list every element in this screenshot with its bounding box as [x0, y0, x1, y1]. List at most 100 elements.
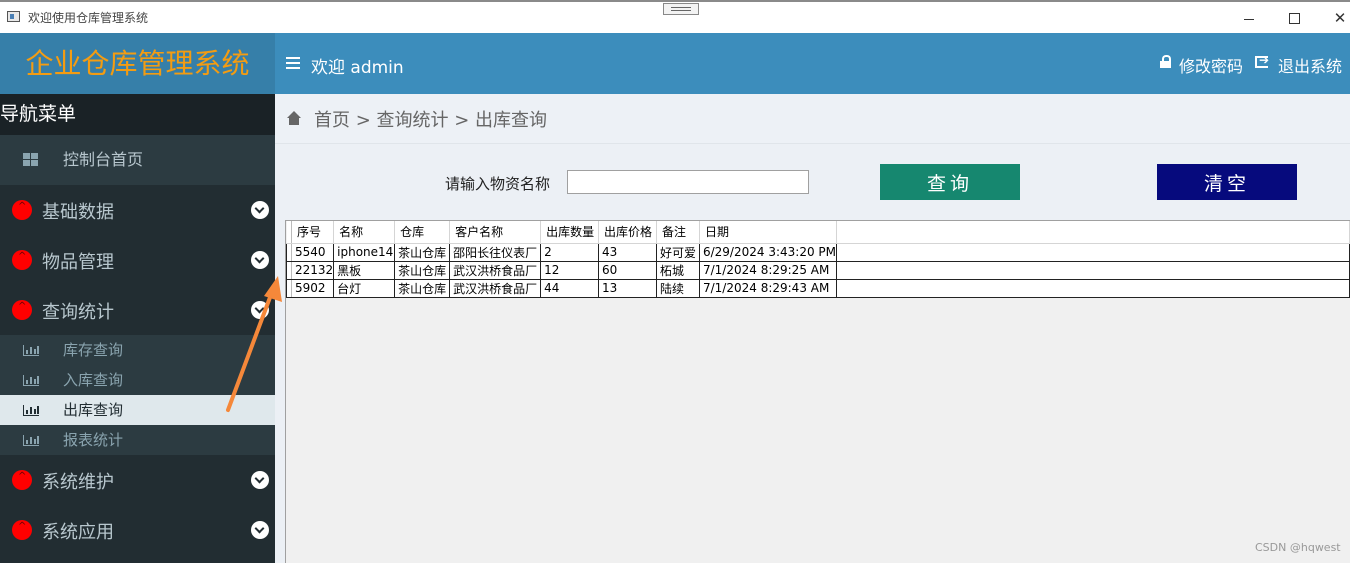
table-cell[interactable]: 7/1/2024 8:29:43 AM: [698, 278, 838, 298]
menu-toggle-icon[interactable]: [286, 57, 300, 69]
table-cell[interactable]: 60: [598, 260, 658, 280]
sidebar-item-label: 控制台首页: [63, 150, 144, 169]
window-title: 欢迎使用仓库管理系统: [28, 11, 149, 25]
bar-chart-icon: [23, 435, 39, 446]
sidebar-group-basic[interactable]: 基础数据: [0, 185, 275, 235]
breadcrumb: 首页 > 查询统计 > 出库查询: [275, 94, 1350, 144]
column-header[interactable]: 备注: [656, 221, 700, 244]
table-cell[interactable]: 武汉洪桥食品厂: [449, 278, 542, 298]
logout-link[interactable]: 退出系统: [1278, 53, 1342, 77]
bar-chart-icon: [23, 405, 39, 416]
welcome-text: 欢迎 admin: [311, 58, 404, 78]
table-cell[interactable]: 好可爱: [656, 242, 700, 262]
maximize-button[interactable]: [1284, 8, 1304, 28]
table-cell-filler: [836, 278, 1350, 298]
sign-out-icon: [1255, 53, 1269, 68]
table-cell[interactable]: 台灯: [333, 278, 396, 298]
table-cell[interactable]: 茶山仓库: [394, 260, 451, 280]
menu-badge-icon: [12, 300, 32, 320]
column-filler: [836, 221, 1350, 244]
table-cell[interactable]: 茶山仓库: [394, 278, 451, 298]
table-cell-filler: [836, 242, 1350, 262]
chevron-down-icon: [251, 301, 269, 319]
table-cell-filler: [836, 260, 1350, 280]
column-header[interactable]: 出库价格: [598, 221, 658, 244]
sidebar-item-stock-query[interactable]: 库存查询: [0, 335, 275, 365]
bar-chart-icon: [23, 345, 39, 356]
sidebar-item-label: 出库查询: [63, 401, 124, 419]
table-cell[interactable]: 2: [540, 242, 600, 262]
table-row[interactable]: 22132 黑板 茶山仓库 武汉洪桥食品厂 12 60 柘城 7/1/2024 …: [286, 260, 1350, 280]
home-icon: [286, 111, 302, 125]
table-cell[interactable]: 6/29/2024 3:43:20 PM: [698, 242, 838, 262]
drag-grip-icon[interactable]: [663, 3, 699, 15]
menu-badge-icon: [12, 520, 32, 540]
column-header[interactable]: 客户名称: [449, 221, 542, 244]
table-header-row: 序号 名称 仓库 客户名称 出库数量 出库价格 备注 日期: [286, 221, 1350, 244]
table-cell[interactable]: 黑板: [333, 260, 396, 280]
sidebar-item-reports[interactable]: 报表统计: [0, 425, 275, 455]
outbound-data-grid[interactable]: 序号 名称 仓库 客户名称 出库数量 出库价格 备注 日期 5540 iphon…: [285, 220, 1350, 563]
sidebar-item-outbound-query[interactable]: 出库查询: [0, 395, 275, 425]
table-cell[interactable]: 茶山仓库: [394, 242, 451, 262]
table-cell[interactable]: 邵阳长往仪表厂: [449, 242, 542, 262]
sidebar-title: 导航菜单: [0, 94, 275, 135]
sidebar-group-label: 查询统计: [42, 302, 114, 323]
table-row[interactable]: 5540 iphone14 茶山仓库 邵阳长往仪表厂 2 43 好可爱 6/29…: [286, 242, 1350, 262]
table-cell[interactable]: 7/1/2024 8:29:25 AM: [698, 260, 838, 280]
outbound-table: 序号 名称 仓库 客户名称 出库数量 出库价格 备注 日期 5540 iphon…: [286, 221, 1350, 298]
column-header[interactable]: 名称: [333, 221, 396, 244]
change-password-link[interactable]: 修改密码: [1179, 53, 1243, 77]
sidebar-group-query[interactable]: 查询统计: [0, 285, 275, 335]
sidebar-group-label: 物品管理: [42, 252, 114, 273]
material-name-input[interactable]: [567, 170, 809, 194]
table-cell[interactable]: 武汉洪桥食品厂: [449, 260, 542, 280]
breadcrumb-text: 首页 > 查询统计 > 出库查询: [314, 110, 548, 131]
menu-badge-icon: [12, 250, 32, 270]
chevron-down-icon: [251, 201, 269, 219]
sidebar-group-label: 系统维护: [42, 472, 114, 493]
sidebar-group-label: 系统应用: [42, 522, 114, 543]
sidebar-item-label: 报表统计: [63, 431, 124, 449]
table-cell[interactable]: iphone14: [333, 242, 396, 262]
column-header[interactable]: 序号: [291, 221, 335, 244]
sidebar-group-apps[interactable]: 系统应用: [0, 505, 275, 555]
column-header[interactable]: 仓库: [394, 221, 451, 244]
bar-chart-icon: [23, 375, 39, 386]
minimize-button[interactable]: [1239, 8, 1259, 28]
table-cell[interactable]: 陆续: [656, 278, 700, 298]
chevron-down-icon: [251, 521, 269, 539]
main-content: 首页 > 查询统计 > 出库查询 请输入物资名称 查询 清空 序号 名称 仓库 …: [275, 94, 1350, 563]
windows-icon: [23, 153, 39, 167]
search-label: 请输入物资名称: [445, 175, 551, 193]
table-cell[interactable]: 5902: [290, 278, 335, 298]
column-header[interactable]: 出库数量: [540, 221, 600, 244]
lock-icon: [1160, 55, 1171, 68]
sidebar-group-maintenance[interactable]: 系统维护: [0, 455, 275, 505]
sidebar-item-inbound-query[interactable]: 入库查询: [0, 365, 275, 395]
watermark: CSDN @hqwest: [1255, 541, 1341, 554]
menu-badge-icon: [12, 200, 32, 220]
column-header[interactable]: 日期: [699, 221, 838, 244]
sidebar-item-label: 库存查询: [63, 341, 124, 359]
close-button[interactable]: ✕: [1330, 8, 1350, 28]
query-button[interactable]: 查询: [880, 164, 1020, 200]
app-logo: 企业仓库管理系统: [0, 33, 275, 94]
sidebar: 导航菜单 控制台首页 基础数据 物品管理 查询统计 库存查询 入库查询 出库查询…: [0, 94, 275, 563]
window-titlebar: 欢迎使用仓库管理系统 ✕: [0, 0, 1350, 33]
sidebar-item-label: 入库查询: [63, 371, 124, 389]
table-cell[interactable]: 柘城: [656, 260, 700, 280]
chevron-down-icon: [251, 251, 269, 269]
sidebar-group-goods[interactable]: 物品管理: [0, 235, 275, 285]
table-cell[interactable]: 22132: [290, 260, 335, 280]
chevron-down-icon: [251, 471, 269, 489]
table-row[interactable]: 5902 台灯 茶山仓库 武汉洪桥食品厂 44 13 陆续 7/1/2024 8…: [286, 278, 1350, 298]
table-cell[interactable]: 44: [540, 278, 600, 298]
table-cell[interactable]: 12: [540, 260, 600, 280]
table-cell[interactable]: 13: [598, 278, 658, 298]
table-cell[interactable]: 43: [598, 242, 658, 262]
app-icon: [7, 11, 20, 22]
sidebar-item-home[interactable]: 控制台首页: [0, 135, 275, 185]
table-cell[interactable]: 5540: [290, 242, 335, 262]
clear-button[interactable]: 清空: [1157, 164, 1297, 200]
